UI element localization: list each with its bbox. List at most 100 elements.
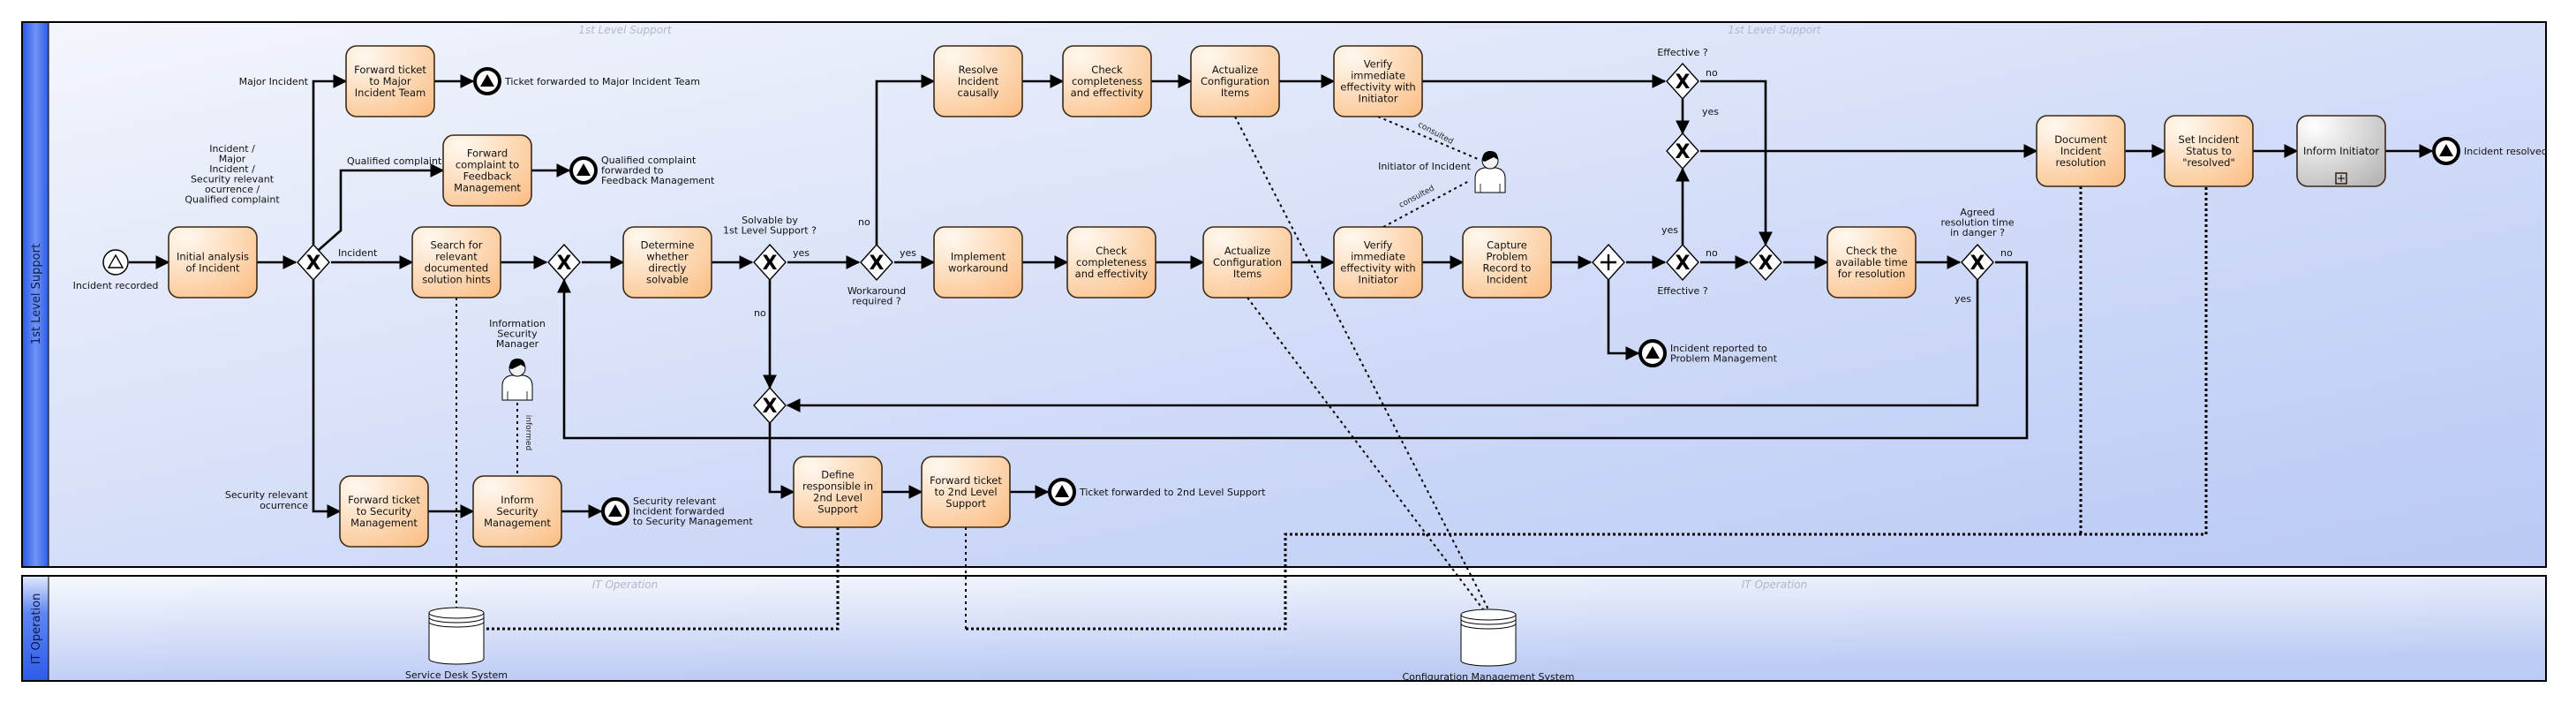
event-label-line: to Security Management bbox=[633, 516, 753, 527]
task-label-line: solvable bbox=[646, 274, 689, 286]
task-label-line: Check bbox=[1096, 245, 1127, 257]
task-label-line: Configuration bbox=[1213, 256, 1282, 268]
task-label-line: Check the bbox=[1846, 245, 1897, 257]
task-actual2[interactable]: Actualize Configuration Items bbox=[1202, 226, 1292, 299]
task-label: Inform Initiator bbox=[2303, 145, 2379, 157]
task-label-line: Capture bbox=[1487, 239, 1527, 252]
task-label-line: completeness bbox=[1076, 256, 1147, 268]
task-label: Check the available time for resolution bbox=[1835, 245, 1908, 280]
task-label-line: resolution bbox=[2055, 156, 2105, 169]
flow-label-danger-no: no bbox=[2000, 247, 2013, 259]
gateway-label-line: 1st Level Support ? bbox=[723, 225, 817, 237]
task-resolve[interactable]: Resolve Incident causally bbox=[933, 45, 1023, 117]
data-store-label-line: Service Desk System bbox=[405, 669, 508, 681]
lane-watermark: IT Operation bbox=[592, 578, 658, 591]
task-setstatus[interactable]: Set Incident Status to "resolved" bbox=[2164, 115, 2254, 187]
exclusive-x-icon: X bbox=[306, 253, 321, 275]
task-label-line: Set Incident bbox=[2179, 133, 2240, 146]
task-verify2[interactable]: Verify immediate effectivity with Initiator bbox=[1333, 226, 1423, 299]
task-label-line: workaround bbox=[948, 262, 1008, 275]
flow-label-eff2-yes: yes bbox=[1661, 224, 1678, 236]
lane-watermark: 1st Level Support bbox=[578, 24, 673, 36]
task-label-line: Problem bbox=[1486, 251, 1527, 263]
task-check1[interactable]: Check completeness and effectivity bbox=[1062, 45, 1152, 117]
task-label-line: whether bbox=[646, 251, 689, 263]
task-label-line: responsible in bbox=[802, 480, 873, 493]
task-initial[interactable]: Initial analysis of Incident bbox=[168, 226, 258, 299]
task-fwdsec[interactable]: Forward ticket to Security Management bbox=[339, 475, 429, 548]
task-label-line: Verify bbox=[1364, 239, 1393, 252]
flow-label-eff1-yes: yes bbox=[1702, 106, 1719, 117]
task-label-line: effectivity with bbox=[1340, 262, 1415, 275]
task-label-line: Search for bbox=[431, 239, 483, 252]
database-cylinder-icon bbox=[1460, 609, 1517, 667]
flow-label-major: Major Incident bbox=[239, 76, 309, 87]
task-label-line: Incident bbox=[1487, 274, 1528, 286]
task-label-line: to Security bbox=[357, 505, 412, 518]
event-label-line: Incident resolved bbox=[2464, 146, 2548, 157]
task-label-line: complaint to bbox=[456, 159, 519, 171]
task-workaround[interactable]: Implement workaround bbox=[933, 226, 1023, 299]
task-infosec[interactable]: Inform Security Management bbox=[472, 475, 562, 548]
task-label-line: Define bbox=[821, 469, 855, 481]
task-label-line: to Major bbox=[369, 75, 411, 87]
task-check2[interactable]: Check completeness and effectivity bbox=[1066, 226, 1156, 299]
database-cylinder-icon bbox=[428, 607, 485, 665]
flow-label-solvable-yes: yes bbox=[793, 247, 810, 259]
exclusive-x-icon: X bbox=[763, 396, 778, 418]
task-label-line: Record to bbox=[1483, 262, 1532, 275]
task-label-line: Inform bbox=[501, 494, 534, 506]
task-inform[interactable]: Inform Initiator bbox=[2296, 115, 2386, 187]
task-label-line: Forward bbox=[467, 147, 508, 160]
task-label-line: Actualize bbox=[1212, 64, 1258, 76]
task-major[interactable]: Forward ticket to Major Incident Team bbox=[345, 45, 435, 117]
exclusive-x-icon: X bbox=[1676, 253, 1691, 275]
lane-watermark: 1st Level Support bbox=[1728, 24, 1822, 36]
task-determine[interactable]: Determine whether directly solvable bbox=[622, 226, 712, 299]
task-label-line: Inform Initiator bbox=[2303, 145, 2379, 157]
task-define2nd[interactable]: Define responsible in 2nd Level Support bbox=[793, 456, 883, 528]
flow-label-incident: Incident bbox=[338, 247, 378, 259]
task-capture[interactable]: Capture Problem Record to Incident bbox=[1462, 226, 1552, 299]
participant-label-line: Initiator of Incident bbox=[1378, 161, 1472, 172]
gateway-label-line: in danger ? bbox=[1950, 227, 2005, 238]
event-label: Incident resolved bbox=[2464, 146, 2548, 157]
task-label: Set Incident Status to "resolved" bbox=[2179, 133, 2240, 169]
task-label-line: Verify bbox=[1364, 58, 1393, 71]
task-search[interactable]: Search for relevant documented solution hin… bbox=[411, 226, 501, 299]
task-label-line: relevant bbox=[435, 251, 478, 263]
task-label-line: Determine bbox=[641, 239, 695, 252]
task-checktime[interactable]: Check the available time for resolution bbox=[1827, 226, 1917, 299]
event-label: Incident recorded bbox=[73, 280, 159, 291]
task-actual1[interactable]: Actualize Configuration Items bbox=[1190, 45, 1280, 117]
participant-label: Information Security Manager bbox=[489, 318, 546, 350]
task-label-line: Check bbox=[1091, 64, 1123, 76]
task-label-line: Status to bbox=[2186, 145, 2232, 157]
task-label-line: completeness bbox=[1072, 75, 1142, 87]
task-feedback[interactable]: Forward complaint to Feedback Management bbox=[442, 134, 532, 207]
flow-label-solvable-no: no bbox=[754, 307, 766, 319]
flow-label-workaround-no: no bbox=[858, 216, 870, 228]
task-label-line: effectivity with bbox=[1340, 81, 1415, 94]
task-label-line: for resolution bbox=[1838, 268, 1906, 280]
task-label-line: available time bbox=[1835, 256, 1908, 268]
event-label-line: Ticket forwarded to Major Incident Team bbox=[504, 76, 700, 87]
task-document[interactable]: Document Incident resolution bbox=[2036, 115, 2126, 187]
gateway-label-line: Effective ? bbox=[1657, 47, 1707, 58]
task-label: Search for relevant documented solution hin… bbox=[422, 239, 490, 286]
lane-title-it-operation: IT Operation bbox=[30, 593, 43, 665]
flow-label-qualified: Qualified complaint bbox=[347, 155, 442, 167]
task-label: Determine whether directly solvable bbox=[641, 239, 695, 286]
end-event-problem[interactable]: Incident reported to Problem Management bbox=[1638, 339, 1778, 367]
task-label-line: Initial analysis bbox=[177, 251, 249, 263]
task-fwd2nd[interactable]: Forward ticket to 2nd Level Support bbox=[921, 456, 1011, 528]
task-label: Initial analysis of Incident bbox=[177, 251, 249, 275]
exclusive-x-icon: X bbox=[1676, 72, 1691, 94]
task-verify1[interactable]: Verify immediate effectivity with Initiator bbox=[1333, 45, 1423, 117]
exclusive-x-icon: X bbox=[557, 253, 572, 275]
data-store-label: Configuration Management System bbox=[1402, 671, 1574, 683]
event-label-line: Problem Management bbox=[1670, 353, 1778, 365]
exclusive-x-icon: X bbox=[870, 253, 885, 275]
gateway-label: Effective ? bbox=[1657, 285, 1707, 297]
gateway-label-line: Qualified complaint bbox=[185, 194, 280, 206]
